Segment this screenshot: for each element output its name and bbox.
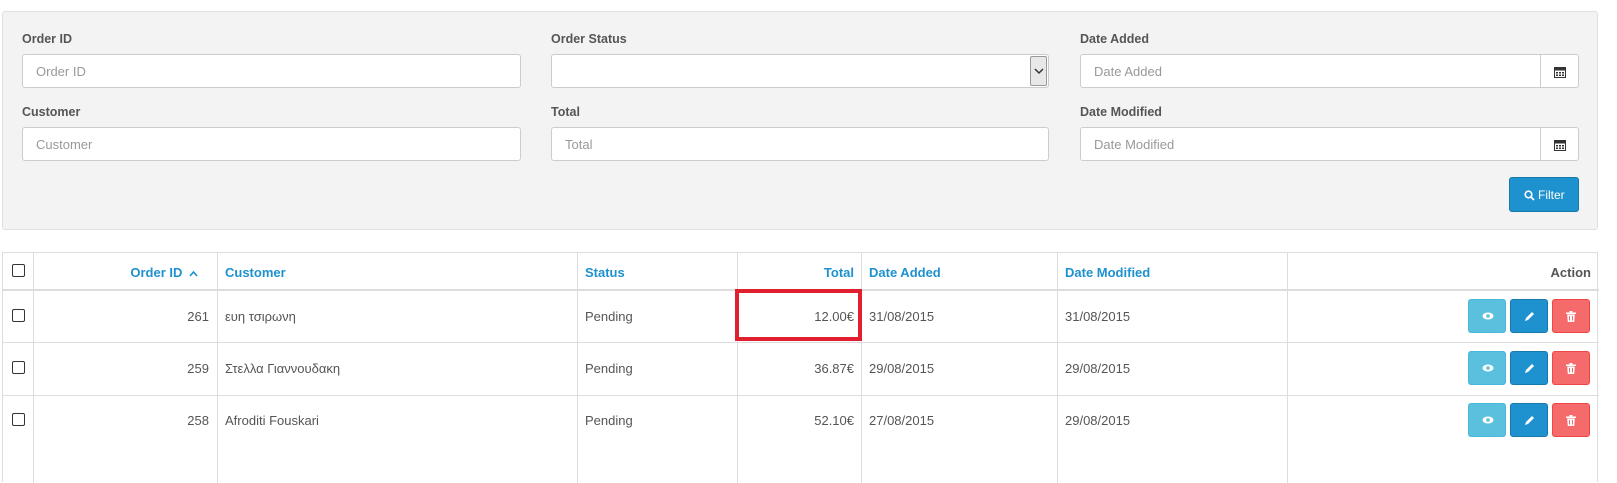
date-modified-cell: 29/08/2015 [1065,361,1131,376]
trash-icon [1566,415,1576,426]
orders-table: Order ID Customer Status Total Date Adde… [2,252,1599,483]
view-button[interactable] [1468,403,1506,437]
order-id-cell: 261 [187,309,209,324]
date-modified-calendar-button[interactable] [1540,127,1579,161]
total-filter-label: Total [551,105,580,119]
customer-filter-input[interactable] [22,127,521,161]
order-id-filter-input[interactable] [22,54,521,88]
row-checkbox[interactable] [12,361,25,374]
status-cell: Pending [585,361,633,376]
total-cell: 36.87€ [814,361,854,376]
trash-icon [1566,363,1576,374]
date-added-cell: 29/08/2015 [869,361,935,376]
row-checkbox[interactable] [12,413,25,426]
order-id-filter-label: Order ID [22,32,73,46]
calendar-icon [1554,67,1566,78]
sort-total-header[interactable]: Total [748,265,854,280]
date-added-calendar-button[interactable] [1540,54,1579,88]
customer-cell: Στελλα Γιαννουδακη [225,361,341,376]
eye-icon [1482,312,1494,320]
date-added-cell: 27/08/2015 [869,413,935,428]
date-added-filter-input[interactable] [1080,54,1541,88]
filter-panel [2,11,1598,230]
action-header: Action [1550,265,1591,280]
sort-order-id-header[interactable]: Order ID [63,265,198,280]
highlight-box [735,289,862,341]
edit-button[interactable] [1510,403,1548,437]
sort-date-modified-header[interactable]: Date Modified [1065,265,1150,280]
order-status-filter-label: Order Status [551,32,627,46]
order-id-cell: 258 [187,413,209,428]
date-modified-filter-label: Date Modified [1080,105,1162,119]
sort-customer-header[interactable]: Customer [225,265,286,280]
date-modified-cell: 29/08/2015 [1065,413,1131,428]
filter-button-label: Filter [1538,188,1565,202]
total-cell: 52.10€ [814,413,854,428]
date-modified-filter-input[interactable] [1080,127,1541,161]
order-status-select[interactable] [551,54,1049,88]
chevron-down-icon [1030,56,1047,86]
sort-status-header[interactable]: Status [585,265,625,280]
date-modified-cell: 31/08/2015 [1065,309,1131,324]
date-added-cell: 31/08/2015 [869,309,935,324]
trash-icon [1566,311,1576,322]
total-filter-input[interactable] [551,127,1049,161]
view-button[interactable] [1468,299,1506,333]
pencil-icon [1525,364,1534,373]
pencil-icon [1525,312,1534,321]
sort-date-added-header[interactable]: Date Added [869,265,941,280]
date-added-filter-label: Date Added [1080,32,1149,46]
order-id-cell: 259 [187,361,209,376]
customer-filter-label: Customer [22,105,81,119]
edit-button[interactable] [1510,299,1548,333]
order-id-header-label: Order ID [130,265,183,280]
customer-cell: Afroditi Fouskari [225,413,319,428]
customer-cell: ευη τσιρωνη [225,309,296,324]
select-all-checkbox[interactable] [12,264,25,277]
row-checkbox[interactable] [12,309,25,322]
pencil-icon [1525,416,1534,425]
status-cell: Pending [585,413,633,428]
delete-button[interactable] [1552,403,1590,437]
delete-button[interactable] [1552,351,1590,385]
filter-button[interactable]: Filter [1509,177,1579,212]
search-icon [1524,190,1535,201]
delete-button[interactable] [1552,299,1590,333]
view-button[interactable] [1468,351,1506,385]
eye-icon [1482,364,1494,372]
status-cell: Pending [585,309,633,324]
calendar-icon [1554,140,1566,151]
chevron-up-icon [189,270,198,277]
edit-button[interactable] [1510,351,1548,385]
eye-icon [1482,416,1494,424]
